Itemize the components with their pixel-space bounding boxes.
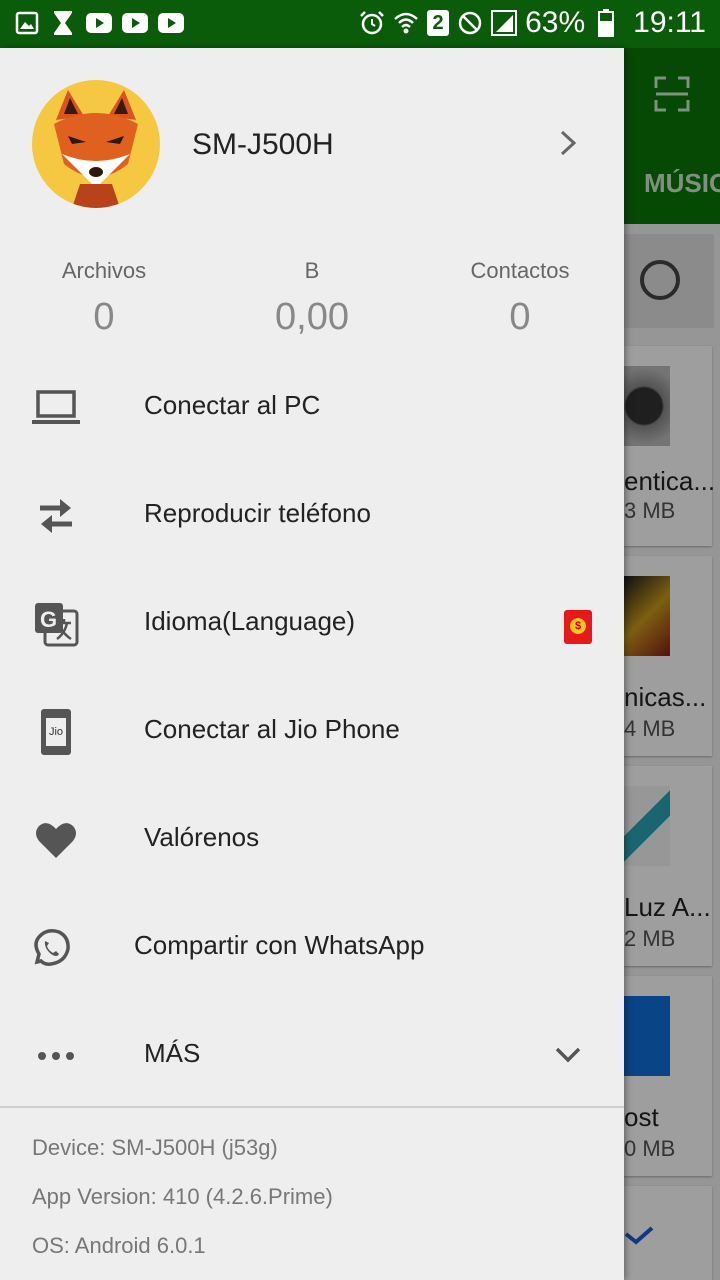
more-dots-icon [32,1034,80,1078]
stat-files: Archivos 0 [4,258,204,339]
translate-icon: G [32,602,80,647]
app-version: App Version: 410 (4.2.6.Prime) [32,1184,333,1209]
signal-icon [491,10,518,36]
profile-header[interactable]: SM-J500H [0,48,624,238]
menu-item-connect-pc[interactable]: Conectar al PC [0,354,624,462]
menu-item-label: Valórenos [144,822,260,852]
menu-item-label: Idioma(Language) [144,606,356,636]
hourglass-icon [50,10,76,36]
sim-icon: 2 [427,10,450,36]
gallery-icon [14,10,40,36]
battery-icon [593,9,619,37]
notification-icons [14,10,184,36]
swap-arrows-icon [32,494,80,538]
stat-value: 0,00 [275,296,349,338]
system-icons: 2 63% 19:11 [359,6,706,40]
menu-item-label: Conectar al Jio Phone [144,714,400,744]
stat-value: 0 [509,296,531,338]
battery-percentage: 63% [525,6,586,39]
device-name[interactable]: SM-J500H [192,128,334,162]
menu-item-label: Compartir con WhatsApp [134,930,425,960]
jio-phone-icon: Jio [32,709,80,755]
coin-symbol: $ [570,618,586,634]
chevron-right-icon[interactable] [556,128,580,158]
navigation-drawer: SM-J500H Archivos 0 B 0,00 Contactos 0 C… [0,48,624,1280]
sim-number: 2 [432,11,444,34]
whatsapp-icon [30,926,72,970]
stat-label: Contactos [470,258,570,283]
youtube-icon [86,10,112,36]
menu-item-rate-us[interactable]: Valórenos [0,786,624,894]
menu-item-jio-phone[interactable]: Jio Conectar al Jio Phone [0,678,624,786]
wifi-icon [393,10,419,36]
stat-contacts: Contactos 0 [420,258,620,339]
menu-item-more[interactable]: MÁS [0,1002,624,1110]
menu-item-phone-replicate[interactable]: Reproducir teléfono [0,462,624,570]
clock: 19:11 [633,6,706,39]
svg-text:G: G [40,607,57,632]
stat-value: 0 [93,296,115,338]
youtube-icon [122,10,148,36]
alarm-icon [359,10,385,36]
footer-divider [0,1106,624,1108]
stat-label: Archivos [61,258,147,283]
device-info-footer: Device: SM-J500H (j53g) App Version: 410… [32,1134,612,1280]
jio-label: Jio [46,718,66,746]
chevron-down-icon[interactable] [554,1044,582,1066]
youtube-icon [158,10,184,36]
menu-item-label: Conectar al PC [144,390,321,420]
do-not-disturb-icon [457,10,483,36]
menu-item-label: Reproducir teléfono [144,498,371,528]
menu-item-share-whatsapp[interactable]: Compartir con WhatsApp [0,894,624,1002]
heart-icon [32,818,80,862]
transfer-stats: Archivos 0 B 0,00 Contactos 0 [0,258,624,368]
stat-label: B [304,258,320,283]
menu-item-language[interactable]: G Idioma(Language) $ [0,570,624,678]
stat-bytes: B 0,00 [212,258,412,339]
os-version: OS: Android 6.0.1 [32,1233,206,1258]
device-info: Device: SM-J500H (j53g) [32,1135,278,1160]
red-envelope-icon[interactable]: $ [564,610,592,644]
laptop-icon [32,386,80,430]
fox-avatar-icon[interactable] [32,80,160,208]
menu-item-label: MÁS [144,1038,201,1068]
status-bar: 2 63% 19:11 [0,0,720,48]
